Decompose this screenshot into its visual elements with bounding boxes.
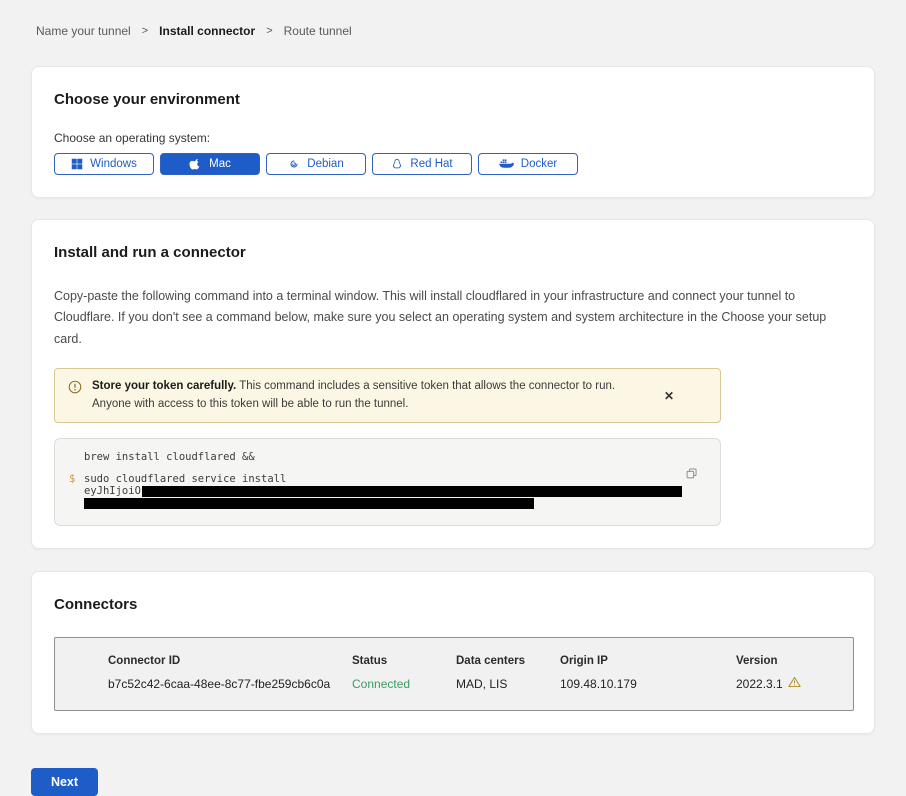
code-line-1: brew install cloudflared && <box>84 451 255 463</box>
origin-ip-value: 109.48.10.179 <box>560 677 736 691</box>
column-header-version: Version <box>736 655 843 667</box>
breadcrumb-separator: > <box>142 25 148 37</box>
connector-id-value: b7c52c42-6caa-48ee-8c77-fbe259cb6c0a <box>108 677 352 691</box>
choose-environment-card: Choose your environment Choose an operat… <box>31 66 875 198</box>
redhat-icon <box>391 158 403 171</box>
install-connector-title: Install and run a connector <box>54 244 852 261</box>
os-button-label: Windows <box>90 158 137 170</box>
debian-icon <box>288 158 300 170</box>
column-header-connector-id: Connector ID <box>108 655 352 667</box>
token-line: eyJhIjoiO <box>84 485 682 497</box>
version-warning-icon[interactable] <box>788 676 801 691</box>
info-circle-icon <box>68 380 82 414</box>
os-button-debian[interactable]: Debian <box>266 153 366 175</box>
os-button-label: Mac <box>209 158 231 170</box>
version-cell: 2022.3.1 <box>736 676 843 691</box>
apple-icon <box>189 158 202 171</box>
alert-text: Store your token carefully. This command… <box>92 378 652 414</box>
column-header-data-centers: Data centers <box>456 655 560 667</box>
alert-title: Store your token carefully. <box>92 380 236 392</box>
breadcrumb-separator: > <box>266 25 272 37</box>
os-button-windows[interactable]: Windows <box>54 153 154 175</box>
install-connector-card: Install and run a connector Copy-paste t… <box>31 219 875 549</box>
column-header-status: Status <box>352 655 456 667</box>
os-label: Choose an operating system: <box>54 131 852 145</box>
code-line-2: sudo cloudflared service install <box>84 473 286 485</box>
os-button-label: Docker <box>521 158 557 170</box>
alert-close-icon[interactable]: ✕ <box>662 390 676 402</box>
connectors-table-header: Connector ID Status Data centers Origin … <box>108 655 843 667</box>
data-centers-value: MAD, LIS <box>456 677 560 691</box>
column-header-origin-ip: Origin IP <box>560 655 736 667</box>
status-badge: Connected <box>352 677 456 691</box>
os-button-redhat[interactable]: Red Hat <box>372 153 472 175</box>
os-button-group: Windows Mac Debian <box>54 153 852 175</box>
redacted-token-bar <box>142 486 682 497</box>
os-button-docker[interactable]: Docker <box>478 153 578 175</box>
connectors-card: Connectors Connector ID Status Data cent… <box>31 571 875 734</box>
shell-prompt: $ <box>69 473 84 512</box>
choose-environment-title: Choose your environment <box>54 91 852 108</box>
os-button-mac[interactable]: Mac <box>160 153 260 175</box>
breadcrumb: Name your tunnel > Install connector > R… <box>0 0 906 38</box>
connectors-table: Connector ID Status Data centers Origin … <box>54 637 854 711</box>
redacted-token-bar <box>84 498 534 509</box>
install-command-codeblock: brew install cloudflared && $ sudo cloud… <box>54 438 721 526</box>
token-warning-alert: Store your token carefully. This command… <box>54 368 721 424</box>
next-button[interactable]: Next <box>31 768 98 796</box>
windows-icon <box>71 158 83 170</box>
copy-command-button[interactable] <box>685 467 698 483</box>
code-line-brew: brew install cloudflared && <box>69 451 706 463</box>
breadcrumb-step-name-tunnel[interactable]: Name your tunnel <box>36 24 131 38</box>
install-description: Copy-paste the following command into a … <box>54 286 852 350</box>
breadcrumb-step-install-connector[interactable]: Install connector <box>159 24 255 38</box>
os-button-label: Red Hat <box>410 158 452 170</box>
table-row: b7c52c42-6caa-48ee-8c77-fbe259cb6c0a Con… <box>108 676 843 691</box>
docker-icon <box>499 158 514 170</box>
connectors-title: Connectors <box>54 596 852 613</box>
version-value: 2022.3.1 <box>736 677 783 691</box>
breadcrumb-step-route-tunnel[interactable]: Route tunnel <box>284 24 352 38</box>
code-line-install: $ sudo cloudflared service install eyJhI… <box>69 473 706 512</box>
token-prefix: eyJhIjoiO <box>84 485 141 497</box>
os-button-label: Debian <box>307 158 343 170</box>
